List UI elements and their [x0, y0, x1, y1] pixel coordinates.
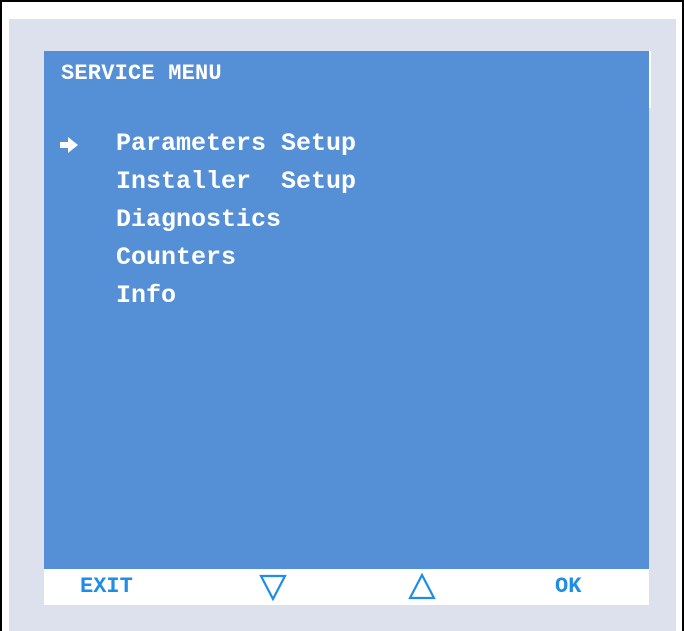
menu-item-label: Info: [116, 281, 177, 310]
down-button[interactable]: [258, 572, 288, 602]
menu-item-label: Installer Setup: [116, 167, 357, 196]
selection-arrow-icon: [60, 137, 78, 153]
page-title: SERVICE MENU: [61, 61, 222, 86]
menu-item-diagnostics[interactable]: Diagnostics: [60, 204, 281, 242]
menu-item-label: Counters: [116, 243, 237, 272]
menu-item-label: Parameters Setup: [116, 129, 357, 158]
up-button[interactable]: [407, 572, 437, 602]
menu-item-info[interactable]: Info: [60, 280, 176, 318]
title-bar-divider: [649, 51, 651, 108]
menu-item-label: Diagnostics: [116, 205, 282, 234]
up-triangle-outline-icon: [408, 572, 436, 600]
exit-button[interactable]: EXIT: [80, 569, 133, 605]
menu-item-installer-setup[interactable]: Installer Setup: [60, 166, 356, 204]
ok-button[interactable]: OK: [555, 569, 581, 605]
down-triangle-outline-icon: [259, 574, 287, 602]
service-menu-list: Parameters Setup Installer Setup Diagnos…: [60, 128, 356, 318]
menu-item-counters[interactable]: Counters: [60, 242, 236, 280]
menu-item-parameters-setup[interactable]: Parameters Setup: [60, 128, 356, 166]
